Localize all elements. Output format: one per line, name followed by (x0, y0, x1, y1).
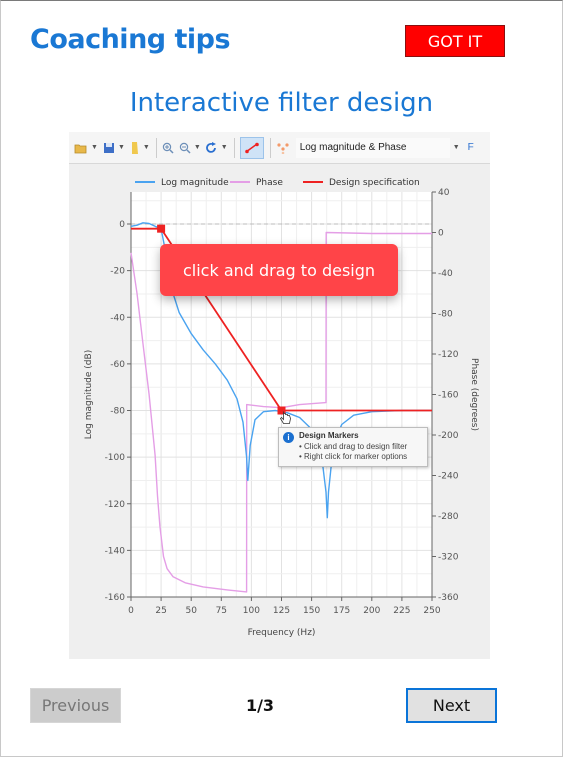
y2-tick-label: 40 (438, 188, 450, 198)
page-indicator: 1/3 (245, 696, 275, 715)
y-tick-label: -80 (110, 407, 125, 417)
x-tick-label: 150 (303, 606, 320, 616)
y2-axis-label: Phase (degrees) (469, 358, 479, 431)
x-tick-label: 0 (128, 606, 134, 616)
design-markers-tooltip: i Design Markers • Click and drag to des… (278, 427, 428, 467)
y2-tick-label: -160 (438, 391, 459, 401)
y-tick-label: -120 (105, 500, 126, 510)
previous-button[interactable]: Previous (30, 688, 121, 723)
info-icon: i (283, 432, 294, 443)
tooltip-title: Design Markers (299, 431, 359, 440)
legend-label: Phase (256, 178, 283, 188)
y2-tick-label: -120 (438, 350, 459, 360)
x-tick-label: 175 (333, 606, 350, 616)
y-tick-label: -140 (105, 546, 126, 556)
y-axis-label: Log magnitude (dB) (84, 350, 94, 439)
y2-tick-label: -280 (438, 512, 459, 522)
design-marker (157, 224, 166, 233)
x-tick-label: 50 (185, 606, 197, 616)
y2-tick-label: -320 (438, 553, 459, 563)
y2-tick-label: -80 (438, 310, 453, 320)
x-tick-label: 100 (243, 606, 260, 616)
y2-tick-label: 0 (438, 229, 444, 239)
got-it-button[interactable]: GOT IT (405, 25, 505, 57)
filter-response-chart: 0 25 50 75 100 125 150 175 200 225 250 0 -20 -40 -60 -8… (84, 178, 479, 638)
x-tick-label: 200 (363, 606, 380, 616)
coaching-callout: click and drag to design (160, 244, 398, 296)
x-tick-label: 250 (423, 606, 440, 616)
dialog-title: Coaching tips (30, 24, 231, 55)
y-tick-label: -60 (110, 360, 125, 370)
y-tick-label: -100 (105, 453, 126, 463)
tip-title: Interactive filter design (129, 88, 434, 118)
x-tick-label: 75 (216, 606, 227, 616)
y2-tick-label: -360 (438, 593, 459, 603)
y-tick-label: -20 (110, 267, 125, 277)
x-axis-label: Frequency (Hz) (248, 628, 316, 638)
tooltip-line: • Right click for marker options (299, 452, 408, 461)
y-tick-label: -160 (105, 593, 126, 603)
y2-tick-label: -240 (438, 472, 459, 482)
y2-tick-label: -200 (438, 431, 459, 441)
y-tick-label: 0 (119, 220, 125, 230)
tooltip-line: • Click and drag to design filter (299, 442, 408, 451)
y2-tick-label: -40 (438, 269, 453, 279)
next-button[interactable]: Next (406, 688, 497, 723)
x-tick-label: 125 (273, 606, 290, 616)
x-tick-label: 25 (155, 606, 166, 616)
x-tick-label: 225 (393, 606, 410, 616)
tip-illustration: ▼ ▼ ▼ ▼ ▼ Log magnitude & Phase ▼ F 0 25 5… (69, 132, 490, 659)
legend-label: Log magnitude (161, 178, 229, 188)
legend-label: Design specification (329, 178, 420, 188)
y-tick-label: -40 (110, 313, 125, 323)
